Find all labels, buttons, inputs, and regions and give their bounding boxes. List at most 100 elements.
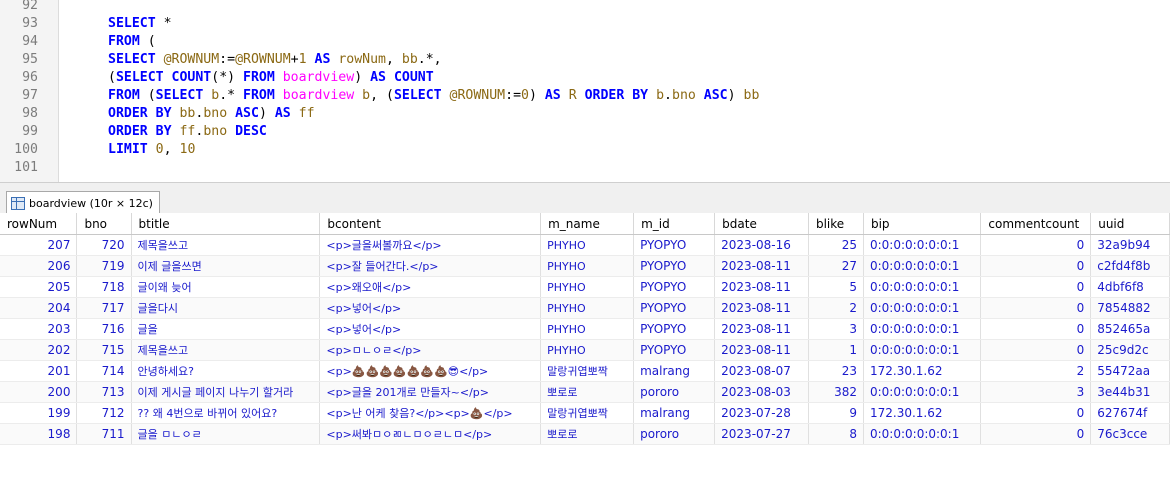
cell-m-id[interactable]: pororo [633, 423, 716, 445]
cell-m-name[interactable]: 뽀로로 [540, 381, 635, 403]
cell-blike[interactable]: 8 [808, 423, 864, 445]
cell-bno[interactable]: 714 [76, 360, 132, 382]
cell-m-name[interactable]: PHYHO [540, 255, 635, 277]
cell-bno[interactable]: 711 [76, 423, 132, 445]
cell-bdate[interactable]: 2023-07-27 [714, 423, 809, 445]
cell-bdate[interactable]: 2023-07-28 [714, 402, 809, 424]
cell-btitle[interactable]: 글이왜 늦어 [131, 276, 321, 298]
cell-bip[interactable]: 0:0:0:0:0:0:0:1 [863, 276, 982, 298]
cell-blike[interactable]: 9 [808, 402, 864, 424]
cell-rownum[interactable]: 203 [0, 318, 78, 340]
cell-m-name[interactable]: 말랑귀엽뽀짝 [540, 360, 635, 382]
cell-m-id[interactable]: malrang [633, 360, 716, 382]
column-header-m-id[interactable]: m_id [633, 213, 716, 235]
cell-uuid[interactable]: 627674f [1090, 402, 1170, 424]
cell-blike[interactable]: 3 [808, 318, 864, 340]
cell-rownum[interactable]: 206 [0, 255, 78, 277]
cell-uuid[interactable]: 55472aa [1090, 360, 1170, 382]
table-row[interactable]: 198 711 글을 ㅁㄴㅇㄹ <p>써봐ㅁㅇㄻㄴㅁㅇㄹㄴㅁ</p> 뽀로로 pororo… [0, 423, 1170, 445]
cell-m-id[interactable]: PYOPYO [633, 339, 716, 361]
column-header-blike[interactable]: blike [808, 213, 864, 235]
cell-rownum[interactable]: 200 [0, 381, 78, 403]
cell-rownum[interactable]: 207 [0, 234, 78, 256]
cell-rownum[interactable]: 202 [0, 339, 78, 361]
cell-uuid[interactable]: 4dbf6f8 [1090, 276, 1170, 298]
cell-bdate[interactable]: 2023-08-16 [714, 234, 809, 256]
cell-blike[interactable]: 25 [808, 234, 864, 256]
result-grid[interactable]: rowNum bno btitle bcontent m_name m_id bdate bl… [0, 213, 1170, 488]
cell-commentcount[interactable]: 0 [980, 402, 1092, 424]
cell-bdate[interactable]: 2023-08-11 [714, 255, 809, 277]
cell-bip[interactable]: 0:0:0:0:0:0:0:1 [863, 297, 982, 319]
cell-bcontent[interactable]: <p>써봐ㅁㅇㄻㄴㅁㅇㄹㄴㅁ</p> [319, 423, 542, 445]
cell-blike[interactable]: 2 [808, 297, 864, 319]
cell-m-name[interactable]: PHYHO [540, 276, 635, 298]
cell-btitle[interactable]: 제목을쓰고 [131, 339, 321, 361]
column-header-bip[interactable]: bip [863, 213, 982, 235]
cell-bip[interactable]: 172.30.1.62 [863, 402, 982, 424]
cell-m-id[interactable]: pororo [633, 381, 716, 403]
cell-m-name[interactable]: 말랑귀엽뽀짝 [540, 402, 635, 424]
table-row[interactable]: 203 716 글을 <p>넣어</p> PHYHO PYOPYO 2023-08-11 3 0… [0, 318, 1170, 340]
cell-blike[interactable]: 1 [808, 339, 864, 361]
cell-bcontent[interactable]: <p>💩💩💩💩💩💩💩😎</p> [319, 360, 542, 382]
cell-blike[interactable]: 27 [808, 255, 864, 277]
cell-commentcount[interactable]: 2 [980, 360, 1092, 382]
column-header-bdate[interactable]: bdate [714, 213, 809, 235]
cell-bcontent[interactable]: <p>글을써볼까요</p> [319, 234, 542, 256]
cell-rownum[interactable]: 199 [0, 402, 78, 424]
table-row[interactable]: 206 719 이제 글을쓰면 <p>잘 들어간다.</p> PHYHO PYOPYO 20… [0, 255, 1170, 277]
cell-bdate[interactable]: 2023-08-07 [714, 360, 809, 382]
cell-rownum[interactable]: 201 [0, 360, 78, 382]
cell-bdate[interactable]: 2023-08-11 [714, 318, 809, 340]
cell-bno[interactable]: 713 [76, 381, 132, 403]
cell-m-id[interactable]: PYOPYO [633, 297, 716, 319]
cell-commentcount[interactable]: 0 [980, 255, 1092, 277]
cell-commentcount[interactable]: 0 [980, 318, 1092, 340]
column-header-bcontent[interactable]: bcontent [319, 213, 542, 235]
cell-m-name[interactable]: PHYHO [540, 297, 635, 319]
cell-bno[interactable]: 715 [76, 339, 132, 361]
cell-bno[interactable]: 720 [76, 234, 132, 256]
table-row[interactable]: 205 718 글이왜 늦어 <p>왜오애</p> PHYHO PYOPYO 2023-08… [0, 276, 1170, 298]
cell-uuid[interactable]: c2fd4f8b [1090, 255, 1170, 277]
sql-editor[interactable]: 92 93 SELECT * 94 FROM (95 SELECT @ROWNUM:=@R… [0, 0, 1170, 183]
cell-btitle[interactable]: 글을다시 [131, 297, 321, 319]
cell-blike[interactable]: 5 [808, 276, 864, 298]
cell-bcontent[interactable]: <p>넣어</p> [319, 297, 542, 319]
table-row[interactable]: 207 720 제목을쓰고 <p>글을써볼까요</p> PHYHO PYOPYO 2023-… [0, 234, 1170, 256]
cell-bdate[interactable]: 2023-08-11 [714, 276, 809, 298]
cell-btitle[interactable]: 글을 [131, 318, 321, 340]
cell-m-id[interactable]: PYOPYO [633, 234, 716, 256]
cell-uuid[interactable]: 852465a [1090, 318, 1170, 340]
cell-rownum[interactable]: 205 [0, 276, 78, 298]
cell-bdate[interactable]: 2023-08-11 [714, 297, 809, 319]
cell-bip[interactable]: 0:0:0:0:0:0:0:1 [863, 234, 982, 256]
cell-bcontent[interactable]: <p>ㅁㄴㅇㄹ</p> [319, 339, 542, 361]
column-header-rownum[interactable]: rowNum [0, 213, 78, 235]
cell-commentcount[interactable]: 0 [980, 234, 1092, 256]
column-header-bno[interactable]: bno [76, 213, 132, 235]
column-header-commentcount[interactable]: commentcount [980, 213, 1092, 235]
table-row[interactable]: 201 714 안녕하세요? <p>💩💩💩💩💩💩💩😎</p> 말랑귀엽뽀짝 malrang… [0, 360, 1170, 382]
cell-btitle[interactable]: 제목을쓰고 [131, 234, 321, 256]
cell-bno[interactable]: 712 [76, 402, 132, 424]
cell-bip[interactable]: 0:0:0:0:0:0:0:1 [863, 423, 982, 445]
table-row[interactable]: 200 713 이제 게시글 페이지 나누기 할거라 <p>글을 201개로 만들자~… [0, 381, 1170, 403]
cell-uuid[interactable]: 32a9b94 [1090, 234, 1170, 256]
cell-bdate[interactable]: 2023-08-03 [714, 381, 809, 403]
cell-bip[interactable]: 0:0:0:0:0:0:0:1 [863, 318, 982, 340]
cell-bip[interactable]: 172.30.1.62 [863, 360, 982, 382]
cell-bno[interactable]: 718 [76, 276, 132, 298]
cell-bip[interactable]: 0:0:0:0:0:0:0:1 [863, 339, 982, 361]
cell-m-name[interactable]: PHYHO [540, 339, 635, 361]
cell-uuid[interactable]: 25c9d2c [1090, 339, 1170, 361]
cell-bno[interactable]: 717 [76, 297, 132, 319]
cell-bip[interactable]: 0:0:0:0:0:0:0:1 [863, 381, 982, 403]
cell-rownum[interactable]: 204 [0, 297, 78, 319]
cell-btitle[interactable]: 이제 게시글 페이지 나누기 할거라 [131, 381, 321, 403]
cell-uuid[interactable]: 76c3cce [1090, 423, 1170, 445]
cell-m-name[interactable]: PHYHO [540, 234, 635, 256]
column-header-btitle[interactable]: btitle [131, 213, 321, 235]
cell-m-id[interactable]: PYOPYO [633, 318, 716, 340]
